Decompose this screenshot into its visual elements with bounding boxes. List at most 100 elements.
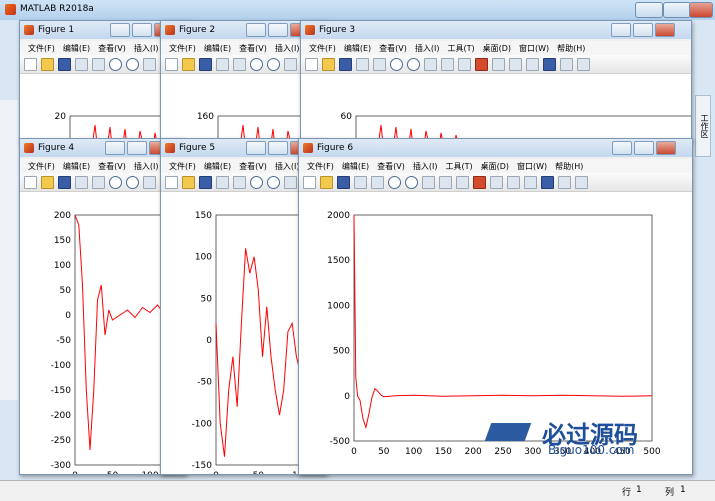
toolbar-tool-icon[interactable] xyxy=(267,58,280,71)
menu-item-2[interactable]: 编辑(E) xyxy=(344,43,371,54)
minimize-button[interactable] xyxy=(635,2,663,18)
toolbar-tool-icon[interactable] xyxy=(143,58,156,71)
toolbar-tool-icon[interactable] xyxy=(92,58,105,71)
toolbar-tool-icon[interactable] xyxy=(41,176,54,189)
maximize-button[interactable] xyxy=(127,141,147,155)
toolbar-tool-icon[interactable] xyxy=(24,58,37,71)
minimize-button[interactable] xyxy=(246,23,266,37)
toolbar-tool-icon[interactable] xyxy=(507,176,520,189)
toolbar-tool-icon[interactable] xyxy=(165,58,178,71)
menu-item-4[interactable]: 插入(I) xyxy=(415,43,440,54)
maximize-button[interactable] xyxy=(268,141,288,155)
toolbar-tool-icon[interactable] xyxy=(388,176,401,189)
menu-item-4[interactable]: 插入(I) xyxy=(413,161,438,172)
toolbar-tool-icon[interactable] xyxy=(216,176,229,189)
minimize-button[interactable] xyxy=(246,141,266,155)
toolbar-tool-icon[interactable] xyxy=(322,58,335,71)
toolbar-tool-icon[interactable] xyxy=(182,176,195,189)
toolbar-tool-icon[interactable] xyxy=(354,176,367,189)
toolbar-tool-icon[interactable] xyxy=(216,58,229,71)
toolbar-tool-icon[interactable] xyxy=(490,176,503,189)
minimize-button[interactable] xyxy=(611,23,631,37)
menu-item-4[interactable]: 插入(I) xyxy=(275,161,300,172)
toolbar-tool-icon[interactable] xyxy=(509,58,522,71)
toolbar-tool-icon[interactable] xyxy=(458,58,471,71)
menu-item-4[interactable]: 插入(I) xyxy=(134,161,159,172)
menu-item-7[interactable]: 窗口(W) xyxy=(519,43,549,54)
menu-item-6[interactable]: 桌面(D) xyxy=(481,161,509,172)
toolbar-tool-icon[interactable] xyxy=(199,58,212,71)
toolbar-tool-icon[interactable] xyxy=(303,176,316,189)
toolbar-tool-icon[interactable] xyxy=(424,58,437,71)
toolbar-tool-icon[interactable] xyxy=(75,176,88,189)
toolbar-tool-icon[interactable] xyxy=(165,176,178,189)
toolbar-tool-icon[interactable] xyxy=(439,176,452,189)
menu-item-2[interactable]: 编辑(E) xyxy=(204,161,231,172)
toolbar-tool-icon[interactable] xyxy=(526,58,539,71)
toolbar-tool-icon[interactable] xyxy=(356,58,369,71)
menu-item-1[interactable]: 文件(F) xyxy=(28,161,55,172)
toolbar-tool-icon[interactable] xyxy=(390,58,403,71)
toolbar-tool-icon[interactable] xyxy=(284,176,297,189)
menu-item-3[interactable]: 查看(V) xyxy=(239,161,267,172)
toolbar-tool-icon[interactable] xyxy=(541,176,554,189)
maximize-button[interactable] xyxy=(268,23,288,37)
toolbar-tool-icon[interactable] xyxy=(267,176,280,189)
minimize-button[interactable] xyxy=(105,141,125,155)
toolbar-tool-icon[interactable] xyxy=(422,176,435,189)
toolbar-tool-icon[interactable] xyxy=(407,58,420,71)
toolbar-tool-icon[interactable] xyxy=(58,58,71,71)
menu-item-3[interactable]: 查看(V) xyxy=(98,161,126,172)
menu-item-4[interactable]: 插入(I) xyxy=(275,43,300,54)
menu-item-1[interactable]: 文件(F) xyxy=(169,43,196,54)
toolbar-tool-icon[interactable] xyxy=(250,58,263,71)
close-button[interactable] xyxy=(655,23,675,37)
maximize-button[interactable] xyxy=(663,2,691,18)
toolbar-tool-icon[interactable] xyxy=(250,176,263,189)
toolbar-tool-icon[interactable] xyxy=(75,58,88,71)
toolbar-tool-icon[interactable] xyxy=(371,176,384,189)
toolbar-tool-icon[interactable] xyxy=(373,58,386,71)
minimize-button[interactable] xyxy=(110,23,130,37)
menu-item-1[interactable]: 文件(F) xyxy=(309,43,336,54)
toolbar-tool-icon[interactable] xyxy=(182,58,195,71)
menu-item-3[interactable]: 查看(V) xyxy=(377,161,405,172)
toolbar-tool-icon[interactable] xyxy=(126,176,139,189)
toolbar-tool-icon[interactable] xyxy=(337,176,350,189)
toolbar-tool-icon[interactable] xyxy=(92,176,105,189)
figure-titlebar[interactable]: Figure 3 xyxy=(301,21,691,39)
toolbar-tool-icon[interactable] xyxy=(524,176,537,189)
menu-item-2[interactable]: 编辑(E) xyxy=(63,43,90,54)
toolbar-tool-icon[interactable] xyxy=(24,176,37,189)
toolbar-tool-icon[interactable] xyxy=(339,58,352,71)
toolbar-tool-icon[interactable] xyxy=(305,58,318,71)
maximize-button[interactable] xyxy=(634,141,654,155)
toolbar-tool-icon[interactable] xyxy=(560,58,573,71)
menu-item-3[interactable]: 查看(V) xyxy=(239,43,267,54)
figure-titlebar[interactable]: Figure 6 xyxy=(299,139,692,157)
toolbar-tool-icon[interactable] xyxy=(126,58,139,71)
toolbar-tool-icon[interactable] xyxy=(456,176,469,189)
toolbar-tool-icon[interactable] xyxy=(284,58,297,71)
figure-window-3[interactable]: Figure 3 文件(F) 编辑(E) 查看(V) 插入(I) 工具(T) 桌面(D) 窗口… xyxy=(300,20,692,142)
toolbar-tool-icon[interactable] xyxy=(475,58,488,71)
toolbar-tool-icon[interactable] xyxy=(233,58,246,71)
menu-item-8[interactable]: 帮助(H) xyxy=(555,161,583,172)
toolbar-tool-icon[interactable] xyxy=(441,58,454,71)
toolbar-tool-icon[interactable] xyxy=(109,176,122,189)
toolbar-tool-icon[interactable] xyxy=(233,176,246,189)
menu-item-3[interactable]: 查看(V) xyxy=(379,43,407,54)
menu-item-6[interactable]: 桌面(D) xyxy=(483,43,511,54)
menu-item-8[interactable]: 帮助(H) xyxy=(557,43,585,54)
menu-item-5[interactable]: 工具(T) xyxy=(447,43,474,54)
toolbar-tool-icon[interactable] xyxy=(575,176,588,189)
toolbar-tool-icon[interactable] xyxy=(558,176,571,189)
menu-item-3[interactable]: 查看(V) xyxy=(98,43,126,54)
menu-item-7[interactable]: 窗口(W) xyxy=(517,161,547,172)
toolbar-tool-icon[interactable] xyxy=(41,58,54,71)
menu-item-1[interactable]: 文件(F) xyxy=(28,43,55,54)
toolbar-tool-icon[interactable] xyxy=(320,176,333,189)
workspace-side-tab[interactable]: 工作区 xyxy=(695,95,711,157)
menu-item-2[interactable]: 编辑(E) xyxy=(342,161,369,172)
toolbar-tool-icon[interactable] xyxy=(405,176,418,189)
